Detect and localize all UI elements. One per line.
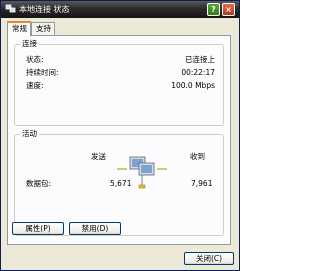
- duration-value: 00:22:17: [181, 68, 215, 77]
- window-title: 本地连接 状态: [19, 5, 70, 14]
- status-value: 已连接上: [185, 55, 215, 64]
- network-activity-icon: [117, 156, 167, 189]
- title-bar[interactable]: 本地连接 状态 ? ×: [1, 1, 239, 18]
- tab-general[interactable]: 常规: [7, 21, 31, 36]
- connection-group: 连接 状态: 已连接上 持续时间: 00:22:17 速度: 100.0 Mbp…: [14, 39, 224, 126]
- network-connection-icon: [5, 4, 16, 13]
- disable-button[interactable]: 禁用(D): [69, 222, 121, 235]
- duration-label: 持续时间:: [26, 68, 59, 77]
- packets-sent-value: 5,671: [110, 179, 132, 188]
- close-button[interactable]: 关闭(C): [184, 252, 234, 265]
- status-window: 本地连接 状态 ? × 常规 支持 连接 状态: 已连接上 持续时间: 00:2…: [0, 0, 240, 271]
- properties-button[interactable]: 属性(P): [12, 222, 64, 235]
- speed-label: 速度:: [26, 81, 44, 90]
- tab-support[interactable]: 支持: [31, 22, 55, 35]
- received-label: 收到: [190, 152, 205, 161]
- connection-group-title: 连接: [20, 39, 39, 49]
- activity-group: 活动 发送 收到 数据包: 5,671 7,961: [14, 129, 224, 236]
- status-label: 状态:: [26, 55, 44, 64]
- tab-panel: 连接 状态: 已连接上 持续时间: 00:22:17 速度: 100.0 Mbp…: [7, 35, 231, 245]
- speed-value: 100.0 Mbps: [171, 81, 215, 90]
- activity-group-title: 活动: [20, 129, 39, 139]
- packets-label: 数据包:: [26, 179, 52, 188]
- packets-received-value: 7,961: [191, 179, 213, 188]
- help-button[interactable]: ?: [207, 3, 220, 16]
- title-close-button[interactable]: ×: [222, 3, 235, 16]
- sent-label: 发送: [91, 152, 106, 161]
